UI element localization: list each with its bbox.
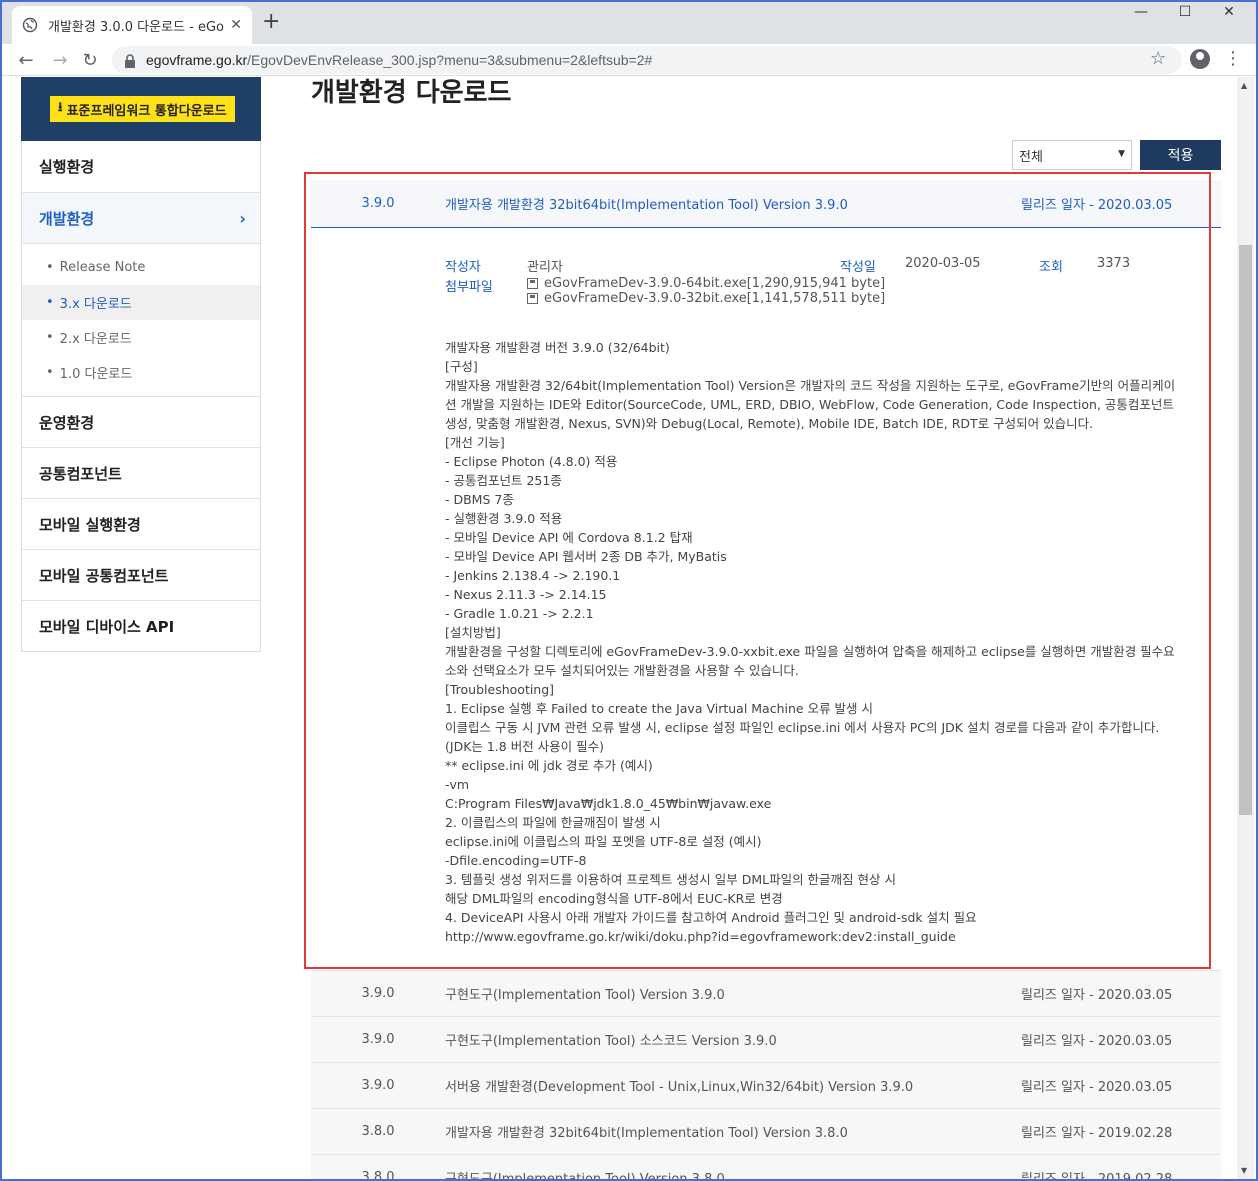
release-date: 릴리즈 일자 - 2019.02.28	[1021, 1172, 1173, 1181]
release-name: 구현도구(Implementation Tool) Version 3.9.0	[445, 988, 725, 1003]
bullet-icon: •	[46, 365, 54, 380]
download-icon: ⭳	[58, 100, 63, 115]
bullet-icon: •	[46, 295, 54, 310]
sidebar: ⭳ 표준프레임워크 통합다운로드 실행환경 개발환경 › • Release Not…	[21, 77, 261, 652]
apply-button[interactable]: 적용	[1140, 140, 1221, 170]
integrated-download-label: 표준프레임워크 통합다운로드	[66, 103, 227, 119]
sidebar-item-label: 운영환경	[39, 413, 95, 432]
url-domain: egovframe.go.kr	[146, 52, 248, 68]
submenu-item-label: Release Note	[59, 260, 146, 275]
submenu-item-label: 1.0 다운로드	[59, 367, 133, 382]
minimize-icon[interactable]: —	[1126, 4, 1156, 20]
close-tab-icon[interactable]: ✕	[230, 17, 242, 33]
sidebar-item-mobile-runtime[interactable]: 모바일 실행환경	[22, 498, 260, 549]
vertical-scrollbar[interactable]: ▲ ▼	[1237, 77, 1254, 1179]
release-version: 3.8.0	[361, 1124, 395, 1139]
window-close-icon[interactable]: ✕	[1214, 4, 1244, 20]
sidebar-item-mobile-common[interactable]: 모바일 공통컴포넌트	[22, 549, 260, 600]
bookmark-star-icon[interactable]: ☆	[1150, 48, 1166, 69]
profile-avatar-icon[interactable]	[1190, 49, 1210, 69]
filter-selected-value: 전체	[1019, 149, 1043, 165]
release-name: 개발자용 개발환경 32bit64bit(Implementation Tool…	[445, 1126, 848, 1141]
address-bar[interactable]: egovframe.go.kr/EgovDevEnvRelease_300.js…	[112, 46, 1182, 74]
release-row[interactable]: 3.9.0 서버용 개발환경(Development Tool - Unix,L…	[311, 1063, 1221, 1109]
highlight-box	[304, 172, 1211, 969]
release-row[interactable]: 3.9.0 구현도구(Implementation Tool) Version …	[311, 971, 1221, 1017]
release-date: 릴리즈 일자 - 2019.02.28	[1021, 1126, 1173, 1141]
url-path: /EgovDevEnvRelease_300.jsp?menu=3&submen…	[247, 52, 653, 68]
sidebar-item-ops-env[interactable]: 운영환경	[22, 396, 260, 447]
sidebar-item-dev-env[interactable]: 개발환경 ›	[22, 192, 260, 243]
lock-icon	[124, 53, 136, 68]
tab-strip: 개발환경 3.0.0 다운로드 - eGov ✕ + — ☐ ✕	[0, 0, 1258, 44]
browser-toolbar: ← → ↻ egovframe.go.kr/EgovDevEnvRelease_…	[0, 44, 1258, 76]
release-name: 구현도구(Implementation Tool) 소스코드 Version 3…	[445, 1034, 777, 1049]
submenu-list: • Release Note • 3.x 다운로드 • 2.x 다운로드 • 1.0 다…	[22, 243, 260, 396]
release-date: 릴리즈 일자 - 2020.03.05	[1021, 1080, 1173, 1095]
submenu-item-2x-download[interactable]: • 2.x 다운로드	[22, 320, 260, 355]
forward-arrow-icon[interactable]: →	[48, 48, 72, 72]
submenu-item-label: 3.x 다운로드	[59, 297, 132, 312]
reload-icon[interactable]: ↻	[78, 48, 102, 72]
sidebar-item-label: 실행환경	[39, 158, 95, 176]
sidebar-item-mobile-device-api[interactable]: 모바일 디바이스 API	[22, 600, 260, 651]
tab-title: 개발환경 3.0.0 다운로드 - eGov	[48, 19, 225, 35]
scroll-up-arrow-icon[interactable]: ▲	[1241, 81, 1247, 90]
sidebar-item-common-components[interactable]: 공통컴포넌트	[22, 447, 260, 498]
more-menu-icon[interactable]: ⋮	[1224, 46, 1242, 72]
release-date: 릴리즈 일자 - 2020.03.05	[1021, 988, 1173, 1003]
sidebar-item-label: 모바일 디바이스 API	[39, 617, 175, 636]
submenu-item-release-note[interactable]: • Release Note	[22, 250, 260, 285]
release-version: 3.9.0	[361, 1078, 395, 1093]
sidebar-item-label: 모바일 실행환경	[39, 515, 141, 534]
sidebar-item-label: 공통컴포넌트	[39, 464, 122, 483]
download-banner: ⭳ 표준프레임워크 통합다운로드	[21, 77, 261, 141]
back-arrow-icon[interactable]: ←	[14, 48, 38, 72]
chevron-right-icon: ›	[239, 208, 246, 228]
release-version: 3.9.0	[361, 1032, 395, 1047]
sidebar-item-label: 모바일 공통컴포넌트	[39, 566, 169, 585]
bullet-icon: •	[46, 330, 54, 345]
submenu-item-label: 2.x 다운로드	[59, 332, 132, 347]
release-version: 3.8.0	[361, 1170, 395, 1181]
release-row[interactable]: 3.8.0 구현도구(Implementation Tool) Version …	[311, 1155, 1221, 1181]
release-date: 릴리즈 일자 - 2020.03.05	[1021, 1034, 1173, 1049]
sidebar-item-runtime[interactable]: 실행환경	[22, 141, 260, 192]
maximize-icon[interactable]: ☐	[1170, 4, 1200, 20]
submenu-item-10-download[interactable]: • 1.0 다운로드	[22, 355, 260, 390]
bullet-icon: •	[46, 260, 54, 275]
scroll-down-arrow-icon[interactable]: ▼	[1241, 1166, 1247, 1175]
new-tab-plus-icon[interactable]: +	[262, 11, 280, 33]
release-row[interactable]: 3.8.0 개발자용 개발환경 32bit64bit(Implementatio…	[311, 1109, 1221, 1155]
release-version: 3.9.0	[361, 986, 395, 1001]
side-menu: 실행환경 개발환경 › • Release Note • 3.x 다운로드 • 2.x …	[21, 141, 261, 652]
page-title: 개발환경 다운로드	[311, 78, 512, 108]
release-row[interactable]: 3.9.0 구현도구(Implementation Tool) 소스코드 Ver…	[311, 1017, 1221, 1063]
release-name: 서버용 개발환경(Development Tool - Unix,Linux,W…	[445, 1080, 914, 1095]
browser-tab[interactable]: 개발환경 3.0.0 다운로드 - eGov ✕	[12, 6, 252, 44]
scrollbar-thumb[interactable]	[1239, 245, 1252, 815]
submenu-item-3x-download[interactable]: • 3.x 다운로드	[22, 285, 260, 320]
filter-select[interactable]: 전체 ▼	[1012, 140, 1132, 170]
integrated-download-button[interactable]: ⭳ 표준프레임워크 통합다운로드	[50, 96, 235, 122]
release-name: 구현도구(Implementation Tool) Version 3.8.0	[445, 1172, 725, 1181]
sidebar-item-label: 개발환경	[39, 209, 95, 228]
dropdown-arrow-icon: ▼	[1118, 149, 1125, 159]
globe-icon	[22, 17, 38, 33]
